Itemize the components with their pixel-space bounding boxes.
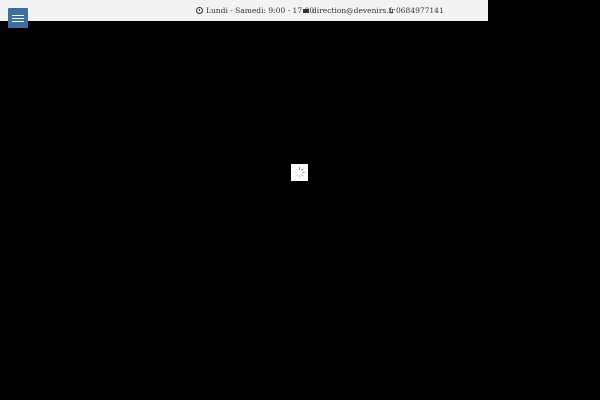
- contact-phone-text[interactable]: 0684977141: [396, 0, 444, 21]
- envelope-icon: [303, 8, 309, 13]
- contact-email-text[interactable]: direction@devenirs.fr: [312, 0, 395, 21]
- contact-phone[interactable]: 0684977141: [389, 0, 444, 21]
- hamburger-menu-icon: [12, 15, 24, 16]
- contact-email[interactable]: direction@devenirs.fr: [303, 0, 395, 21]
- hamburger-menu-icon-line: [12, 21, 24, 22]
- hamburger-menu-icon-line: [12, 18, 24, 19]
- clock-icon: [196, 7, 203, 14]
- page-loader: [291, 164, 308, 181]
- phone-icon: [389, 8, 393, 14]
- opening-hours: Lundi - Samedi: 9:00 - 17:00: [196, 0, 314, 21]
- menu-toggle-button[interactable]: [8, 8, 28, 28]
- loading-spinner-icon: [294, 167, 305, 178]
- opening-hours-text: Lundi - Samedi: 9:00 - 17:00: [206, 6, 315, 15]
